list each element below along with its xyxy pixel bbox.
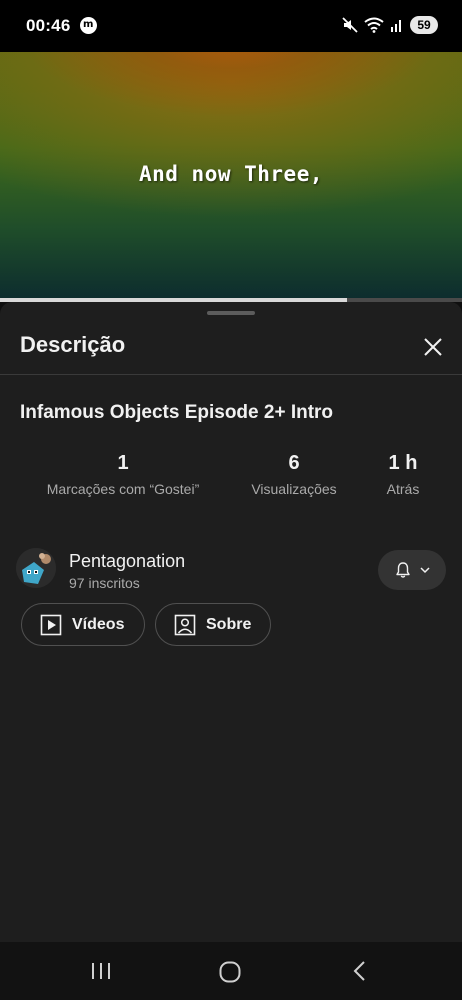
play-square-icon [40, 614, 62, 635]
status-time: 00:46 [26, 16, 71, 35]
stat-upload-time: 1 h Atrás [378, 452, 428, 497]
person-square-icon [174, 614, 196, 635]
stat-views: 6 Visualizações [244, 452, 344, 497]
home-icon[interactable] [219, 961, 241, 983]
stat-views-value: 6 [288, 452, 300, 474]
mute-icon [342, 17, 358, 33]
wifi-icon [364, 17, 384, 33]
back-icon[interactable] [350, 960, 370, 982]
video-player[interactable]: And now Three, [0, 52, 462, 298]
stat-views-label: Visualizações [251, 481, 337, 497]
description-panel: Descrição Infamous Objects Episode 2+ In… [0, 302, 462, 942]
close-icon [424, 338, 442, 356]
chevron-down-icon [420, 567, 430, 574]
stat-likes-label: Marcações com “Gostei” [46, 481, 200, 497]
battery-indicator: 59 [410, 16, 438, 34]
panel-title: Descrição [20, 332, 126, 357]
channel-avatar[interactable] [16, 548, 56, 588]
divider [0, 374, 462, 375]
avatar-image [16, 548, 56, 588]
notification-settings-button[interactable] [378, 550, 446, 590]
videos-button-label: Vídeos [72, 615, 125, 633]
system-navigation-bar [0, 942, 462, 1000]
video-title: Infamous Objects Episode 2+ Intro [20, 402, 334, 423]
video-caption: And now Three, [138, 162, 323, 186]
stat-likes-value: 1 [117, 452, 129, 474]
videos-button[interactable]: Vídeos [21, 603, 145, 646]
subscriber-count: 97 inscritos [69, 575, 140, 591]
status-icons: 59 [342, 15, 438, 35]
status-bar: 00:46 m 59 [0, 0, 462, 52]
recents-icon[interactable] [90, 962, 112, 980]
about-button[interactable]: Sobre [155, 603, 271, 646]
about-button-label: Sobre [206, 615, 252, 633]
stat-time-label: Atrás [386, 481, 420, 497]
drag-handle[interactable] [207, 311, 255, 315]
signal-icon [391, 20, 401, 32]
notification-app-icon: m [80, 17, 97, 34]
stat-time-value: 1 h [388, 452, 418, 474]
bell-icon [396, 562, 410, 578]
channel-name[interactable]: Pentagonation [69, 551, 185, 572]
close-button[interactable] [420, 334, 446, 360]
stat-likes: 1 Marcações com “Gostei” [40, 452, 206, 497]
